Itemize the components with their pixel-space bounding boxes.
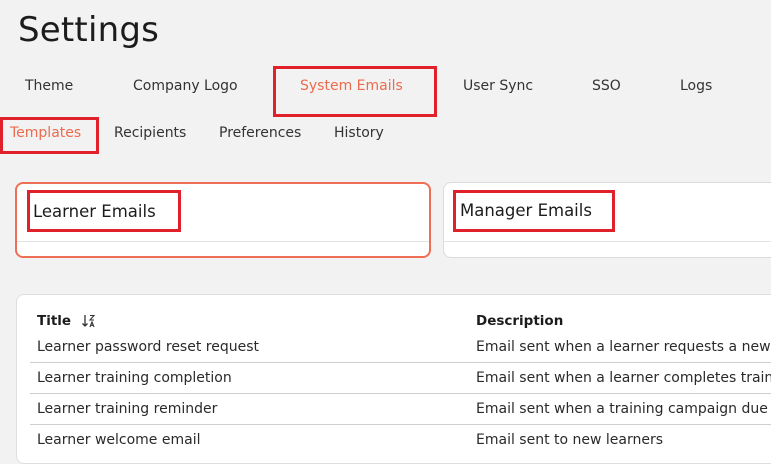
column-header-title-label: Title bbox=[37, 313, 72, 329]
learner-emails-card[interactable]: Learner Emails bbox=[15, 182, 431, 258]
tab-company-logo[interactable]: Company Logo bbox=[133, 78, 238, 94]
tab-sso[interactable]: SSO bbox=[592, 78, 621, 94]
tab-preferences[interactable]: Preferences bbox=[219, 125, 301, 141]
row-title: Learner training completion bbox=[37, 370, 232, 386]
row-description: Email sent when a learner completes trai… bbox=[476, 370, 771, 386]
table-row[interactable]: Learner training reminder Email sent whe… bbox=[30, 395, 771, 425]
secondary-tabs: Templates Recipients Preferences History bbox=[0, 118, 771, 152]
row-description: Email sent when a learner requests a new… bbox=[476, 339, 771, 355]
manager-emails-card[interactable]: Manager Emails bbox=[443, 182, 771, 258]
learner-emails-title: Learner Emails bbox=[33, 202, 156, 221]
row-title: Learner password reset request bbox=[37, 339, 259, 355]
row-description: Email sent when a training campaign due … bbox=[476, 401, 771, 417]
tab-templates[interactable]: Templates bbox=[10, 125, 81, 141]
tab-user-sync[interactable]: User Sync bbox=[463, 78, 533, 94]
column-header-title[interactable]: Title bbox=[37, 313, 96, 329]
primary-tabs: Theme Company Logo System Emails User Sy… bbox=[0, 66, 771, 112]
table-row[interactable]: Learner password reset request Email sen… bbox=[30, 333, 771, 363]
tab-history[interactable]: History bbox=[334, 125, 384, 141]
column-header-description[interactable]: Description bbox=[476, 313, 563, 329]
tab-system-emails[interactable]: System Emails bbox=[300, 78, 403, 94]
page-title: Settings bbox=[18, 10, 160, 50]
sort-descending-icon[interactable] bbox=[81, 314, 96, 328]
table-row[interactable]: Learner training completion Email sent w… bbox=[30, 364, 771, 394]
card-divider bbox=[17, 241, 429, 242]
table-row[interactable]: Learner welcome email Email sent to new … bbox=[30, 426, 771, 456]
manager-emails-title: Manager Emails bbox=[460, 201, 592, 220]
row-title: Learner training reminder bbox=[37, 401, 218, 417]
card-divider bbox=[444, 241, 771, 242]
tab-recipients[interactable]: Recipients bbox=[114, 125, 186, 141]
row-description: Email sent to new learners bbox=[476, 432, 664, 448]
tab-theme[interactable]: Theme bbox=[25, 78, 73, 94]
row-title: Learner welcome email bbox=[37, 432, 201, 448]
tab-logs[interactable]: Logs bbox=[680, 78, 712, 94]
